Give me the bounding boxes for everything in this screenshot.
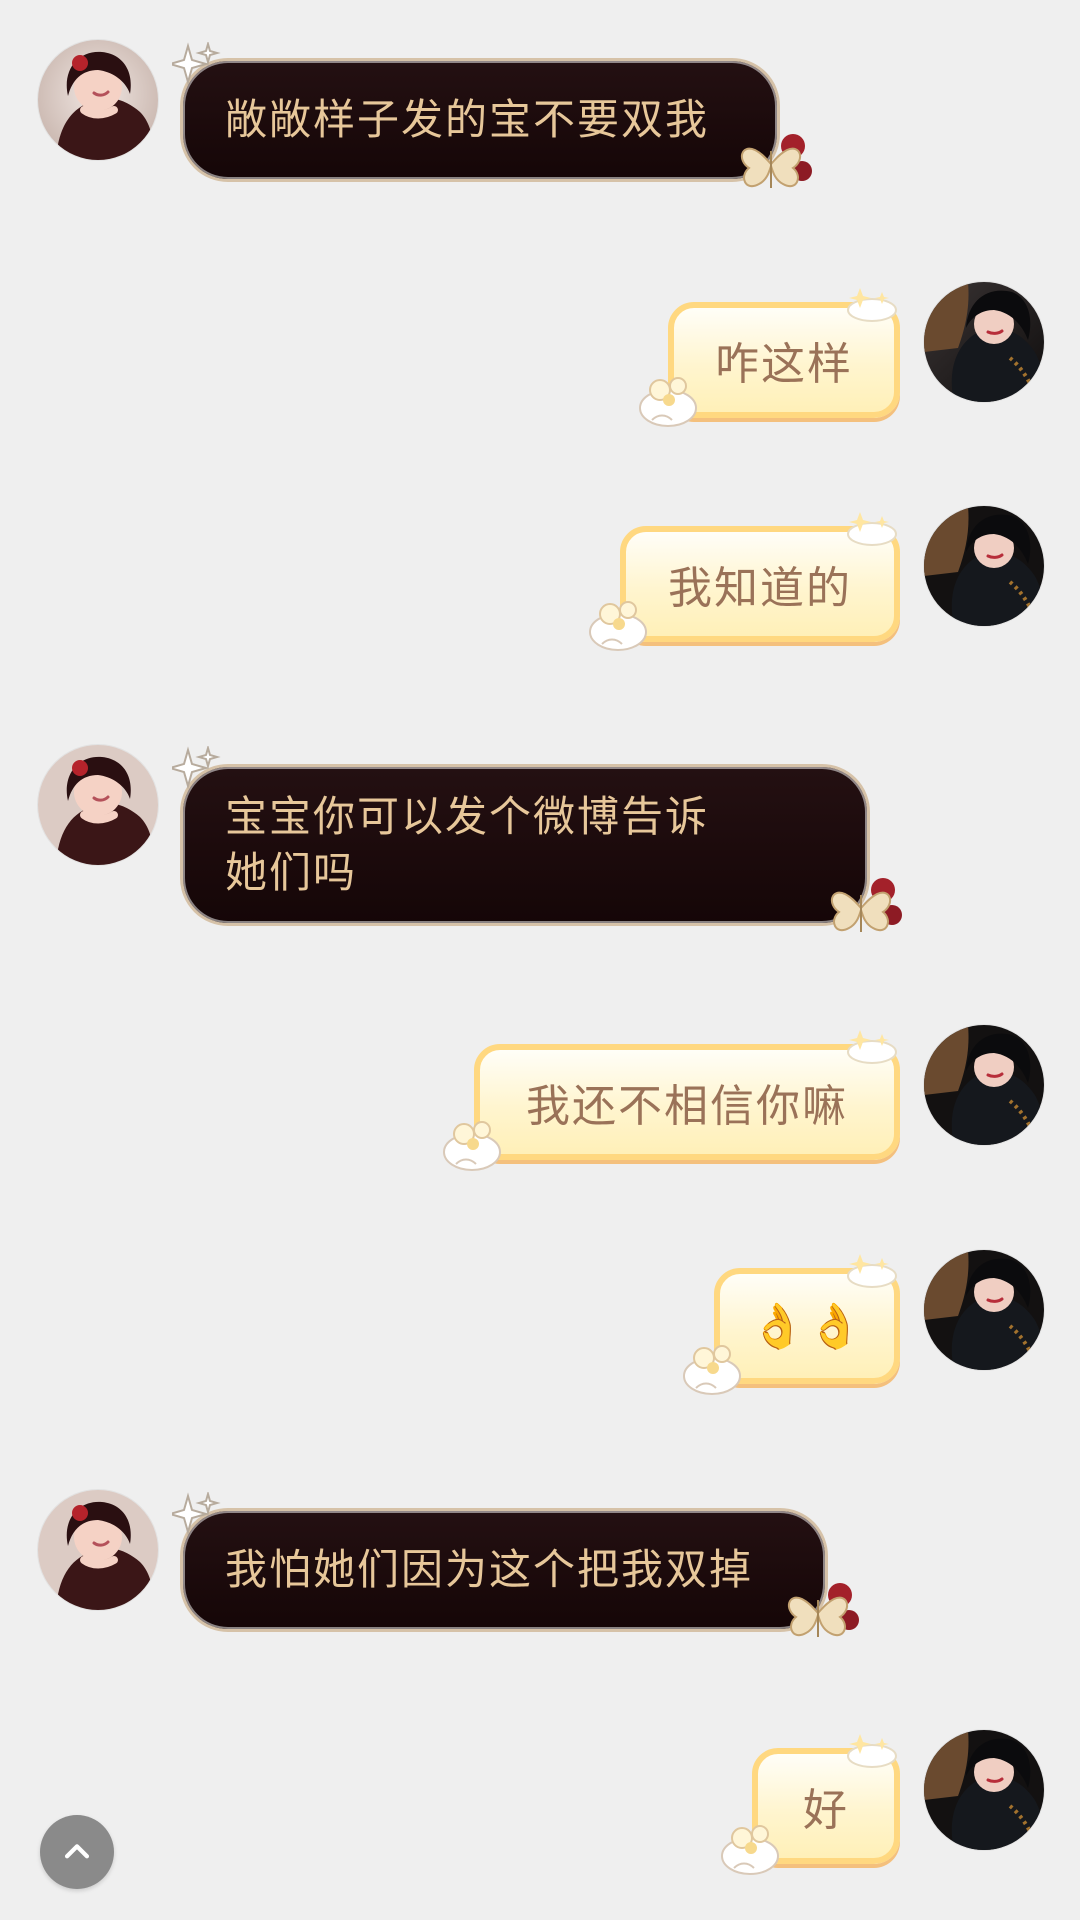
avatar-left[interactable]: [38, 745, 158, 865]
profile-photo-right: [924, 1250, 1044, 1370]
profile-photo-right: [924, 282, 1044, 402]
message-text: 咋这样: [715, 339, 853, 390]
message-bubble[interactable]: 我还不相信你嘛: [474, 1044, 900, 1160]
profile-photo-right: [924, 1025, 1044, 1145]
message-text: 敞敞样子发的宝不要双我: [225, 95, 710, 144]
message-text: 好: [803, 1785, 849, 1836]
avatar-right[interactable]: [924, 1025, 1044, 1145]
avatar-right[interactable]: [924, 282, 1044, 402]
message-text: 我还不相信你嘛: [526, 1081, 848, 1132]
profile-photo-right: [924, 506, 1044, 626]
avatar-right[interactable]: [924, 506, 1044, 626]
profile-photo-right: [924, 1730, 1044, 1850]
message-text: 我知道的: [668, 563, 852, 614]
message-bubble[interactable]: 我怕她们因为这个把我双掉: [180, 1508, 828, 1632]
message-text: 宝宝你可以发个微博告诉她们吗: [225, 792, 710, 897]
message-bubble[interactable]: 敞敞样子发的宝不要双我: [180, 58, 780, 182]
message-bubble[interactable]: 好: [752, 1748, 900, 1864]
chat-area: 敞敞样子发的宝不要双我 咋这样 我知道的 宝宝你可以发个微博告诉她们吗 我还不相…: [0, 0, 1080, 1920]
message-bubble[interactable]: 我知道的: [620, 526, 900, 642]
chevron-up-icon: [64, 1844, 90, 1859]
profile-photo-left: [38, 40, 158, 160]
profile-photo-left: [38, 1490, 158, 1610]
message-bubble[interactable]: 咋这样: [668, 302, 900, 418]
message-text: 我怕她们因为这个把我双掉: [225, 1545, 754, 1594]
scroll-to-top-button[interactable]: [40, 1815, 114, 1889]
avatar-right[interactable]: [924, 1730, 1044, 1850]
avatar-left[interactable]: [38, 1490, 158, 1610]
message-text: 👌👌: [750, 1301, 864, 1352]
avatar-right[interactable]: [924, 1250, 1044, 1370]
message-bubble[interactable]: 👌👌: [714, 1268, 900, 1384]
message-bubble[interactable]: 宝宝你可以发个微博告诉她们吗: [180, 764, 870, 926]
profile-photo-left: [38, 745, 158, 865]
avatar-left[interactable]: [38, 40, 158, 160]
